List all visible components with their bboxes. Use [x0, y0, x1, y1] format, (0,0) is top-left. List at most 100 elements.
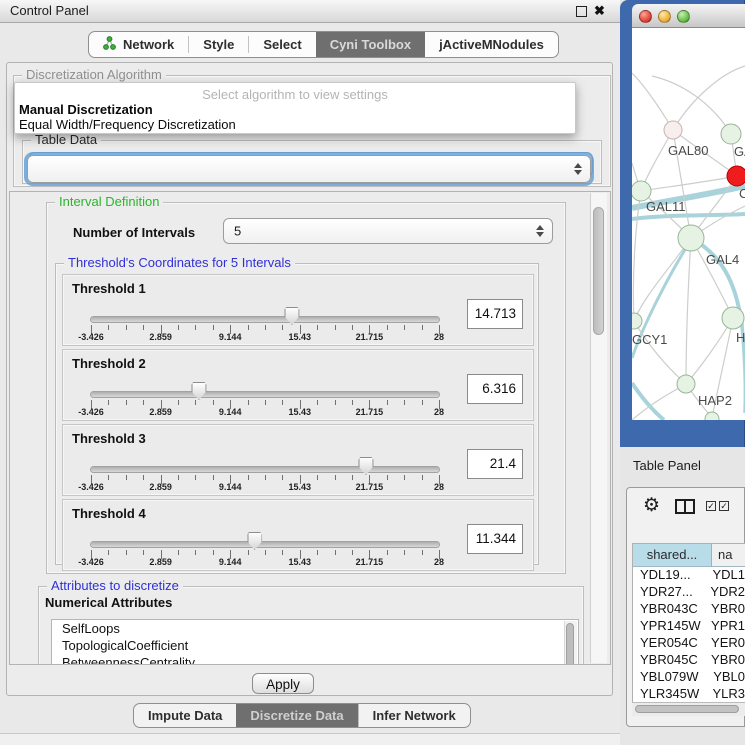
list-item[interactable]: TopologicalCoefficient	[52, 637, 578, 654]
threshold-4-label: Threshold 4	[72, 506, 146, 521]
network-node-label: GAL4	[706, 252, 739, 267]
column-layout-icon[interactable]	[675, 499, 695, 514]
dropdown-option-manual-discretization[interactable]: Manual Discretization	[19, 102, 153, 117]
table-settings-gear-icon[interactable]: ⚙	[643, 494, 660, 517]
cell-name[interactable]: YER0	[705, 635, 745, 652]
network-edge[interactable]	[634, 238, 691, 321]
zoom-window-icon[interactable]	[677, 10, 690, 23]
table-horizontal-scrollbar[interactable]	[632, 702, 745, 716]
slider-thumb[interactable]	[191, 382, 206, 400]
network-node[interactable]	[664, 121, 682, 139]
network-node[interactable]	[721, 124, 741, 144]
table-row[interactable]: YDR27...YDR2	[633, 584, 745, 601]
threshold-3-value-input[interactable]: 21.4	[467, 449, 523, 479]
cell-shared-name[interactable]: YBR043C	[633, 601, 705, 618]
network-edge[interactable]	[632, 383, 664, 420]
numerical-attributes-list[interactable]: SelfLoops TopologicalCoefficient Between…	[51, 619, 579, 665]
threshold-1-label: Threshold 1	[72, 281, 146, 296]
scrollbar-thumb[interactable]	[593, 207, 604, 335]
table-row[interactable]: YBL079WYBL0	[633, 669, 745, 686]
select-columns-icon[interactable]: ✓	[706, 501, 716, 511]
table-row[interactable]: YLR345WYLR3	[633, 686, 745, 703]
table-row[interactable]: YBR043CYBR0	[633, 601, 745, 618]
slider-thumb[interactable]	[247, 532, 262, 550]
list-item[interactable]: SelfLoops	[52, 620, 578, 637]
threshold-4-value-input[interactable]: 11.344	[467, 524, 523, 554]
tab-network[interactable]: Network	[89, 32, 188, 57]
network-node[interactable]	[678, 225, 704, 251]
screenshot-root: Control Panel ✖ Network Style	[0, 0, 745, 745]
minimize-window-icon[interactable]	[658, 10, 671, 23]
tab-jactivemnodules[interactable]: jActiveMNodules	[425, 32, 558, 57]
network-node[interactable]	[705, 412, 719, 420]
bottom-strip	[0, 733, 620, 745]
table-header-row: shared... na	[633, 544, 745, 567]
scrollbar-thumb[interactable]	[566, 623, 574, 665]
list-scrollbar[interactable]	[564, 621, 577, 665]
network-node[interactable]	[677, 375, 695, 393]
tab-select[interactable]: Select	[249, 32, 315, 57]
node-attribute-table: shared... na YDL19...YDL1 YDR27...YDR2 Y…	[632, 543, 745, 715]
threshold-3-panel: Threshold 3 -3.4262.8599.14415.4321.7152…	[62, 424, 534, 496]
tab-impute-data[interactable]: Impute Data	[134, 704, 236, 727]
cell-name[interactable]: YPR1	[705, 618, 745, 635]
column-header-name[interactable]: na	[712, 544, 745, 566]
interval-definition-group: Interval Definition Number of Intervals …	[46, 202, 566, 574]
cell-name[interactable]: YLR3	[706, 686, 745, 703]
threshold-2-panel: Threshold 2 -3.4262.8599.14415.4321.7152…	[62, 349, 534, 421]
bottom-tab-bar: Impute Data Discretize Data Infer Networ…	[133, 703, 471, 728]
cell-shared-name[interactable]: YBR045C	[633, 652, 705, 669]
cell-name[interactable]: YBR0	[705, 652, 745, 669]
close-panel-icon[interactable]: ✖	[594, 0, 605, 22]
cell-name[interactable]: YBL0	[707, 669, 745, 686]
cell-name[interactable]: YDR2	[704, 584, 745, 601]
list-item[interactable]: BetweennessCentrality	[52, 654, 578, 665]
cell-shared-name[interactable]: YBL079W	[633, 669, 707, 686]
threshold-2-value-input[interactable]: 6.316	[467, 374, 523, 404]
dropdown-option-equal-width-frequency[interactable]: Equal Width/Frequency Discretization	[19, 117, 236, 132]
network-node[interactable]	[727, 166, 745, 186]
threshold-2-label: Threshold 2	[72, 356, 146, 371]
table-row[interactable]: YER054CYER0	[633, 635, 745, 652]
cell-shared-name[interactable]: YPR145W	[633, 618, 705, 635]
number-of-intervals-combobox[interactable]: 5	[223, 218, 553, 244]
control-panel-title: Control Panel	[10, 0, 89, 22]
cell-shared-name[interactable]: YLR345W	[633, 686, 706, 703]
tab-infer-network[interactable]: Infer Network	[359, 704, 470, 727]
scrollbar-thumb[interactable]	[635, 705, 739, 713]
network-node[interactable]	[632, 181, 651, 201]
network-view-canvas[interactable]: GAL80GACGAL11GAL4GCY1HHAP2	[632, 28, 745, 420]
cell-name[interactable]: YDL1	[706, 567, 745, 584]
tab-discretize-data[interactable]: Discretize Data	[236, 704, 357, 727]
network-edge[interactable]	[686, 238, 691, 384]
cell-name[interactable]: YBR0	[705, 601, 745, 618]
cell-shared-name[interactable]: YDL19...	[633, 567, 706, 584]
network-edge[interactable]	[632, 73, 673, 130]
cell-shared-name[interactable]: YER054C	[633, 635, 705, 652]
slider-thumb[interactable]	[358, 457, 373, 475]
float-panel-icon[interactable]	[576, 6, 587, 17]
algorithm-combobox[interactable]	[27, 155, 591, 183]
column-header-shared-name[interactable]: shared...	[633, 544, 712, 566]
table-row[interactable]: YPR145WYPR1	[633, 618, 745, 635]
table-panel-title: Table Panel	[633, 458, 701, 473]
cell-shared-name[interactable]: YDR27...	[633, 584, 704, 601]
slider-thumb[interactable]	[284, 307, 299, 325]
tab-style[interactable]: Style	[189, 32, 248, 57]
table-row[interactable]: YBR045CYBR0	[633, 652, 745, 669]
network-edge[interactable]	[691, 238, 733, 318]
table-row[interactable]: YDL19...YDL1	[633, 567, 745, 584]
dropdown-placeholder-item[interactable]: Select algorithm to view settings	[15, 87, 575, 102]
network-edge[interactable]	[673, 66, 745, 130]
network-node[interactable]	[722, 307, 744, 329]
table-panel: ⚙ ✓ ✓ shared... na YDL19...YDL1 YDR27...…	[626, 487, 745, 727]
network-graph[interactable]: GAL80GACGAL11GAL4GCY1HHAP2	[632, 28, 745, 420]
close-window-icon[interactable]	[639, 10, 652, 23]
network-node[interactable]	[632, 313, 642, 329]
network-window-titlebar[interactable]	[632, 4, 745, 28]
tab-cyni-toolbox[interactable]: Cyni Toolbox	[316, 32, 425, 57]
threshold-1-value-input[interactable]: 14.713	[467, 299, 523, 329]
select-all-columns-icon[interactable]: ✓	[719, 501, 729, 511]
apply-button[interactable]: Apply	[252, 673, 314, 694]
settings-scrollbar[interactable]	[590, 193, 607, 663]
